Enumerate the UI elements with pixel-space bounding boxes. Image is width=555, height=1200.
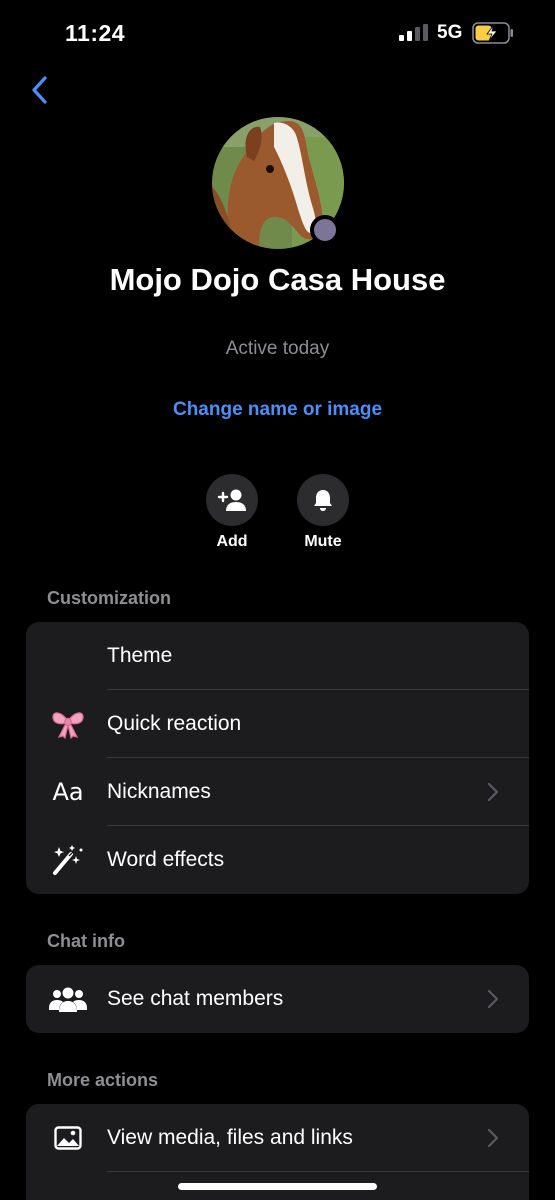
row-label: See chat members — [107, 987, 284, 1010]
conversation-name: Mojo Dojo Casa House — [109, 262, 446, 297]
chevron-left-icon — [32, 76, 47, 104]
active-status: Active today — [225, 338, 330, 359]
home-indicator — [178, 1183, 377, 1190]
row-label: Quick reaction — [107, 712, 242, 735]
chat-info-card: See chat members — [26, 965, 529, 1033]
image-icon — [48, 1118, 88, 1158]
add-label: Add — [216, 533, 248, 550]
row-theme[interactable]: Theme — [26, 622, 529, 690]
group-avatar[interactable] — [212, 117, 344, 249]
chevron-right-icon — [487, 782, 499, 802]
row-word-effects[interactable]: Word effects — [26, 826, 529, 894]
theme-icon — [48, 636, 88, 676]
mute-label: Mute — [304, 533, 342, 550]
battery-charging-icon — [472, 22, 513, 44]
row-nicknames[interactable]: Aa Nicknames — [26, 758, 529, 826]
section-title-chat-info: Chat info — [47, 931, 125, 951]
back-button[interactable] — [24, 72, 54, 108]
change-name-image-link[interactable]: Change name or image — [0, 399, 555, 421]
add-person-icon — [217, 489, 246, 511]
group-icon — [48, 979, 88, 1019]
section-title-more-actions: More actions — [47, 1070, 159, 1090]
bell-icon — [314, 490, 332, 511]
chevron-right-icon — [487, 1128, 499, 1148]
row-label: View media, files and links — [107, 1126, 353, 1149]
row-see-chat-members[interactable]: See chat members — [26, 965, 529, 1033]
customization-card: Theme Quick reaction Aa Nicknames Word e… — [26, 622, 529, 894]
chevron-right-icon — [487, 989, 499, 1009]
mute-button[interactable]: Mute — [288, 474, 358, 551]
status-bar: 11:24 5G — [0, 0, 555, 64]
row-view-media[interactable]: View media, files and links — [26, 1104, 529, 1172]
magic-wand-icon — [48, 840, 88, 880]
network-type: 5G — [437, 22, 463, 43]
signal-icon — [399, 24, 428, 41]
text-aa-icon: Aa — [52, 778, 84, 806]
row-label: Theme — [107, 644, 173, 667]
add-button[interactable]: Add — [197, 474, 267, 551]
section-title-customization: Customization — [47, 588, 171, 608]
row-quick-reaction[interactable]: Quick reaction — [26, 690, 529, 758]
row-label: Nicknames — [107, 780, 211, 803]
row-label: Word effects — [107, 848, 225, 871]
status-time: 11:24 — [65, 20, 126, 46]
presence-indicator — [310, 215, 340, 245]
bow-emoji-icon — [48, 704, 88, 744]
